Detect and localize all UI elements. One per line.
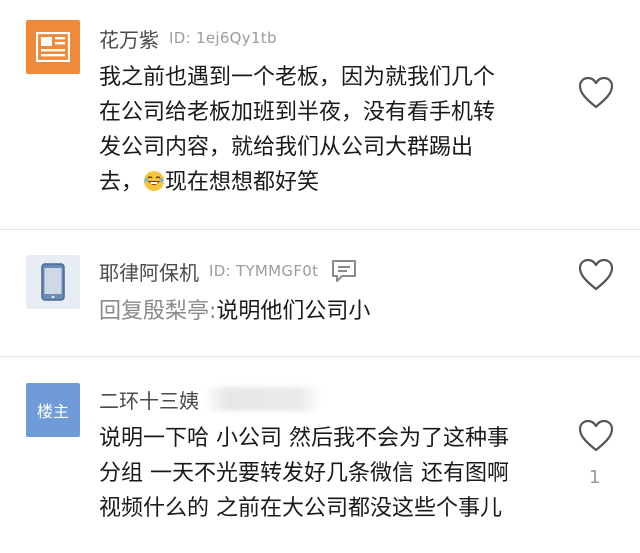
username[interactable]: 二环十三姨: [99, 385, 199, 414]
user-id: ID: 1ej6Qy1tb: [169, 29, 277, 47]
comment-meta: 耶律阿保机 ID: TYMMGF0t: [99, 255, 358, 287]
avatar[interactable]: [26, 20, 80, 74]
avatar[interactable]: [26, 255, 80, 309]
comment-line-tail: 现在想想都好笑: [165, 170, 320, 195]
comment-line: 去，: [99, 170, 144, 195]
reply-text: 说明他们公司小: [216, 299, 371, 324]
comment-line: 我之前也遇到一个老板，因为就我们几个: [99, 65, 496, 90]
comment-1: 花万紫 ID: 1ej6Qy1tb 我之前也遇到一个老板，因为就我们几个 在公司…: [0, 0, 640, 220]
newspaper-icon: [36, 32, 70, 62]
comment-line: 分组 一天不光要转发好几条微信 还有图啊: [99, 461, 509, 486]
comment-line: 发公司内容，就给我们从公司大群踢出: [99, 135, 474, 160]
username[interactable]: 花万紫: [99, 24, 159, 53]
comment-3: 楼主 二环十三姨 说明一下哈 小公司 然后我不会为了这种事 分组 一天不光要转发…: [0, 357, 640, 553]
user-id: ID: TYMMGF0t: [209, 262, 319, 280]
like-count: 1: [589, 467, 601, 488]
like-heart-icon[interactable]: [578, 419, 614, 453]
comment-line: 在公司给老板加班到半夜，没有看手机转: [99, 100, 496, 125]
like-heart-icon[interactable]: [578, 258, 614, 292]
comment-2: 耶律阿保机 ID: TYMMGF0t 回复殷梨亭:说明他们公司小: [0, 230, 640, 355]
comment-line-4: 去， 现在想想都好笑: [99, 165, 495, 200]
redacted-id: [203, 387, 323, 411]
phone-icon: [41, 263, 65, 301]
comment-line: 视频什么的 之前在大公司都没这些个事儿: [99, 496, 502, 521]
comment-meta: 二环十三姨: [99, 383, 323, 415]
laughing-emoji-icon: [144, 171, 165, 191]
comment-line: 说明一下哈 小公司 然后我不会为了这种事: [99, 426, 509, 451]
comment-text: 回复殷梨亭:说明他们公司小: [99, 294, 370, 329]
op-badge: 楼主: [36, 402, 69, 421]
like-heart-icon[interactable]: [578, 76, 614, 110]
username[interactable]: 耶律阿保机: [99, 257, 199, 286]
reply-target[interactable]: 回复殷梨亭:: [99, 299, 216, 324]
comment-text: 我之前也遇到一个老板，因为就我们几个 在公司给老板加班到半夜，没有看手机转 发公…: [99, 60, 495, 200]
reply-comment-icon[interactable]: [330, 258, 358, 284]
comment-text: 说明一下哈 小公司 然后我不会为了这种事 分组 一天不光要转发好几条微信 还有图…: [99, 421, 509, 526]
comment-meta: 花万紫 ID: 1ej6Qy1tb: [99, 22, 277, 54]
avatar[interactable]: 楼主: [26, 383, 80, 437]
